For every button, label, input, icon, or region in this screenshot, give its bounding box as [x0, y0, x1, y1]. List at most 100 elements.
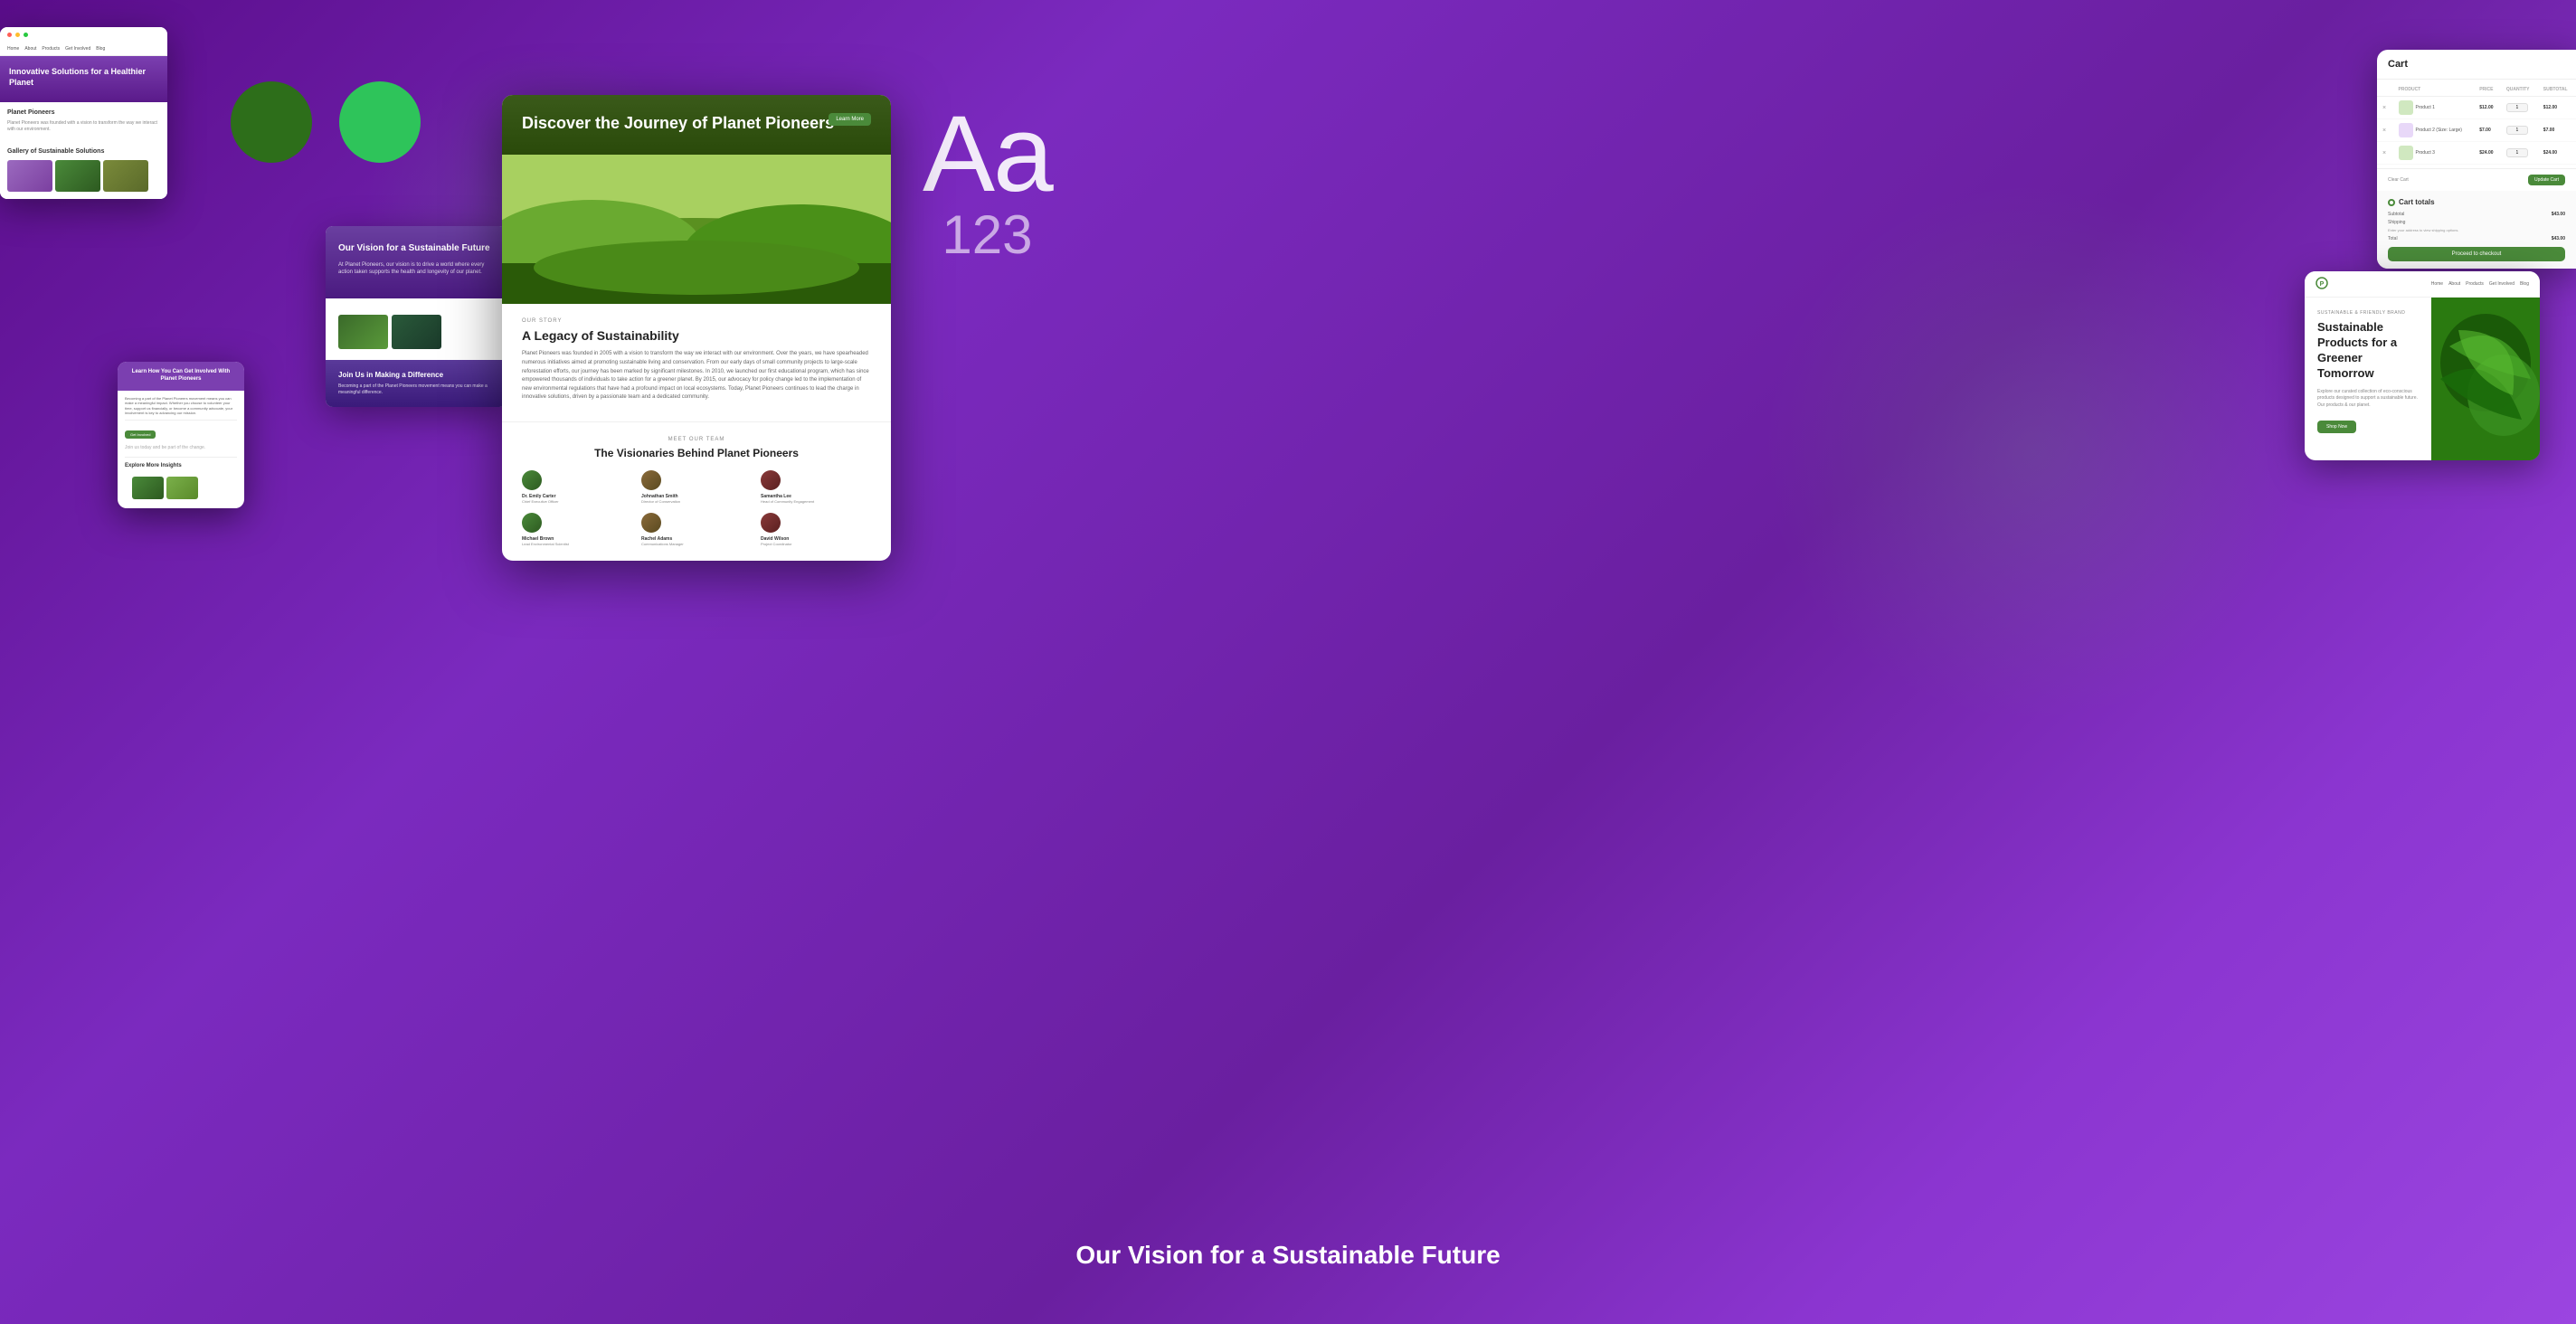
qty-input-3[interactable] — [2506, 148, 2528, 157]
total-row: Total $43.00 — [2388, 236, 2565, 241]
col-subtotal: SUBTOTAL — [2538, 83, 2576, 97]
qty-input-2[interactable] — [2506, 126, 2528, 135]
proceed-checkout-btn[interactable]: Proceed to checkout — [2388, 247, 2565, 261]
shipping-row: Shipping — [2388, 220, 2565, 225]
nav-link: Blog — [96, 46, 105, 52]
left-panel-header — [0, 27, 167, 43]
product-price-3: $24.00 — [2474, 142, 2501, 165]
mlp-join-title: Join Us in Making a Difference — [338, 371, 494, 379]
remove-btn-3[interactable]: × — [2382, 150, 2386, 156]
mc-hero-title: Discover the Journey of Planet Pioneers — [522, 113, 871, 134]
team-member-1: Dr. Emily Carter Chief Executive Officer — [522, 470, 632, 504]
mc-landscape-image — [502, 155, 891, 304]
team-member-5: Rachel Adams Communications Manager — [641, 513, 752, 546]
team-member-6: David Wilson Project Coordinator — [761, 513, 871, 546]
nav-about[interactable]: About — [2448, 281, 2460, 287]
typography-display: Aa 123 — [923, 99, 1052, 262]
nav-get-involved[interactable]: Get Involved — [2489, 281, 2514, 287]
swatch-bright-green — [339, 81, 421, 163]
nav-blog[interactable]: Blog — [2520, 281, 2529, 287]
cart-items-table: PRODUCT PRICE QUANTITY SUBTOTAL × Produc… — [2377, 83, 2576, 165]
product-name-1: Product 1 — [2416, 105, 2435, 110]
left-panel-nav: Home About Products Get Involved Blog — [0, 43, 167, 56]
gallery-title: Gallery of Sustainable Solutions — [0, 143, 167, 160]
member-title-4: Lead Environmental Scientist — [522, 542, 569, 546]
pc-label: SUSTAINABLE & FRIENDLY BRAND — [2317, 310, 2419, 316]
pc-nav-logo: P — [2316, 277, 2328, 291]
cart-row-1: × Product 1 $12.00 $12.00 — [2377, 97, 2576, 119]
product-price-2: $7.00 — [2474, 119, 2501, 142]
mc-team-title: The Visionaries Behind Planet Pioneers — [522, 447, 871, 459]
mobile-screenshot-panel: Learn How You Can Get Involved With Plan… — [118, 362, 244, 508]
gallery-image-2 — [55, 160, 100, 192]
product-subtotal-1: $12.00 — [2538, 97, 2576, 119]
pc-content: SUSTAINABLE & FRIENDLY BRAND Sustainable… — [2305, 298, 2540, 460]
nav-link: Products — [42, 46, 60, 52]
member-title-5: Communications Manager — [641, 542, 684, 546]
product-price-1: $12.00 — [2474, 97, 2501, 119]
left-hero-title: Innovative Solutions for a Healthier Pla… — [9, 67, 158, 88]
qty-input-1[interactable] — [2506, 103, 2528, 112]
subtotal-value: $43.00 — [2552, 212, 2565, 217]
pc-nav-links: Home About Products Get Involved Blog — [2431, 281, 2529, 287]
product-subtotal-3: $24.00 — [2538, 142, 2576, 165]
total-label: Total — [2388, 236, 2398, 241]
team-member-4: Michael Brown Lead Environmental Scienti… — [522, 513, 632, 546]
member-title-6: Project Coordinator — [761, 542, 791, 546]
mobile-btn[interactable]: Get Involved — [125, 430, 156, 439]
product-thumb-3 — [2399, 146, 2413, 160]
mc-story-label: OUR STORY — [522, 318, 871, 324]
nav-home[interactable]: Home — [2431, 281, 2443, 287]
svg-text:P: P — [2320, 281, 2325, 288]
window-dot-green — [24, 33, 28, 37]
mc-hero-btn[interactable]: Learn More — [829, 113, 871, 126]
mobile-small-text: Join us today and be part of the change. — [125, 445, 237, 451]
nav-products[interactable]: Products — [2466, 281, 2484, 287]
mobile-thumb-1 — [132, 477, 164, 499]
swatch-dark-green — [231, 81, 312, 163]
mc-story-text: Planet Pioneers was founded in 2005 with… — [522, 350, 871, 402]
member-title-3: Head of Community Engagement — [761, 499, 814, 504]
col-price: PRICE — [2474, 83, 2501, 97]
mlp-gallery — [338, 315, 494, 349]
clear-cart-btn[interactable]: Clear Cart — [2388, 177, 2409, 183]
mlp-hero-text: At Planet Pioneers, our vision is to dri… — [338, 261, 494, 277]
nav-link: About — [24, 46, 36, 52]
pc-text: SUSTAINABLE & FRIENDLY BRAND Sustainable… — [2305, 298, 2431, 460]
left-panel-hero: Innovative Solutions for a Healthier Pla… — [0, 56, 167, 102]
cart-table-container: PRODUCT PRICE QUANTITY SUBTOTAL × Produc… — [2377, 80, 2576, 168]
team-member-3: Samantha Lee Head of Community Engagemen… — [761, 470, 871, 504]
mc-hero: Discover the Journey of Planet Pioneers … — [502, 95, 891, 155]
mlp-gallery-img-2 — [392, 315, 441, 349]
explore-label: Explore More Insights — [125, 462, 237, 469]
member-title-1: Chief Executive Officer — [522, 499, 559, 504]
product-subtotal-2: $7.00 — [2538, 119, 2576, 142]
avatar-5 — [641, 513, 661, 533]
mlp-section — [326, 298, 507, 360]
product-name-3: Product 3 — [2416, 150, 2435, 156]
left-panel-section: Planet Pioneers Planet Pioneers was foun… — [0, 102, 167, 143]
product-image-svg — [2431, 298, 2540, 460]
cart-title: Cart — [2388, 59, 2565, 70]
member-title-2: Director of Conservation — [641, 499, 680, 504]
remove-btn-2[interactable]: × — [2382, 128, 2386, 134]
landscape-svg — [502, 155, 891, 304]
product-name-2: Product 2 (Size: Large) — [2416, 128, 2462, 133]
product-thumb-1 — [2399, 100, 2413, 115]
remove-btn-1[interactable]: × — [2382, 105, 2386, 111]
avatar-2 — [641, 470, 661, 490]
nav-link: Get Involved — [65, 46, 90, 52]
mlp-gallery-img-1 — [338, 315, 388, 349]
cart-row-3: × Product 3 $24.00 $24.00 — [2377, 142, 2576, 165]
mc-team-grid: Dr. Emily Carter Chief Executive Officer… — [522, 470, 871, 546]
typography-letters: Aa — [923, 99, 1052, 208]
update-cart-btn[interactable]: Update Cart — [2528, 175, 2565, 185]
bottom-page-text: Our Vision for a Sustainable Future — [0, 1241, 2576, 1270]
pc-shop-btn[interactable]: Shop Now — [2317, 421, 2356, 433]
total-value: $43.00 — [2552, 236, 2565, 241]
cart-header: Cart — [2377, 50, 2576, 80]
avatar-6 — [761, 513, 781, 533]
pc-title: Sustainable Products for a Greener Tomor… — [2317, 320, 2419, 382]
col-remove — [2377, 83, 2393, 97]
main-center-panel: Discover the Journey of Planet Pioneers … — [502, 95, 891, 561]
